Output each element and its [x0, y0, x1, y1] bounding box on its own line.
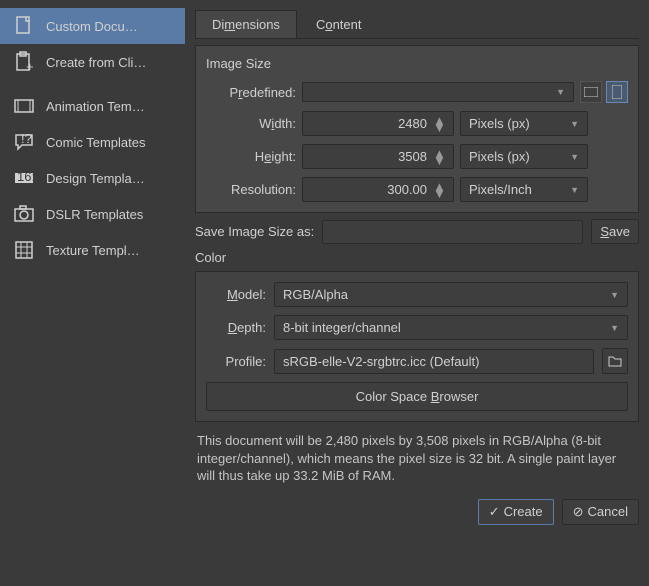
profile-row: Profile: sRGB-elle-V2-srgbtrc.icc (Defau… — [206, 348, 628, 374]
depth-row: Depth: 8-bit integer/channel▼ — [206, 315, 628, 340]
sidebar-item-label: Design Templa… — [46, 171, 145, 186]
orientation-toggle — [580, 81, 628, 103]
width-input[interactable]: ▲▼ — [302, 111, 454, 136]
width-unit-combo[interactable]: Pixels (px)▼ — [460, 111, 588, 136]
texture-icon — [12, 238, 36, 262]
tab-dimensions[interactable]: Dimensions — [195, 10, 297, 38]
color-title: Color — [195, 250, 639, 265]
model-row: Model: RGB/Alpha▼ — [206, 282, 628, 307]
save-button[interactable]: Save — [591, 219, 639, 244]
sidebar-item-animation[interactable]: Animation Tem… — [0, 88, 185, 124]
height-label: Height: — [206, 149, 296, 164]
depth-label: Depth: — [206, 320, 266, 335]
check-icon: ✓ — [489, 504, 500, 520]
width-row: Width: ▲▼ Pixels (px)▼ — [206, 111, 628, 136]
height-input[interactable]: ▲▼ — [302, 144, 454, 169]
predefined-row: Predefined: ▼ — [206, 81, 628, 103]
camera-icon — [12, 202, 36, 226]
sidebar-item-dslr[interactable]: DSLR Templates — [0, 196, 185, 232]
cancel-icon: ⊘ — [573, 504, 584, 520]
separator — [0, 80, 185, 88]
resolution-unit-combo[interactable]: Pixels/Inch▼ — [460, 177, 588, 202]
color-panel: Model: RGB/Alpha▼ Depth: 8-bit integer/c… — [195, 271, 639, 422]
sidebar-item-create-clipboard[interactable]: + Create from Cli… — [0, 44, 185, 80]
width-label: Width: — [206, 116, 296, 131]
resolution-label: Resolution: — [206, 182, 296, 197]
image-size-title: Image Size — [206, 56, 628, 71]
ratio-icon: 16:10 — [12, 166, 36, 190]
profile-label: Profile: — [206, 354, 266, 369]
sidebar-item-label: Texture Templ… — [46, 243, 140, 258]
speech-bubble-icon: !? — [12, 130, 36, 154]
model-label: Model: — [206, 287, 266, 302]
tab-content[interactable]: Content — [299, 10, 379, 38]
sidebar-item-label: Custom Docu… — [46, 19, 138, 34]
predefined-label: Predefined: — [206, 85, 296, 100]
sidebar-item-label: Create from Cli… — [46, 55, 146, 70]
profile-combo[interactable]: sRGB-elle-V2-srgbtrc.icc (Default) — [274, 349, 594, 374]
save-name-input[interactable] — [322, 220, 583, 244]
resolution-row: Resolution: ▲▼ Pixels/Inch▼ — [206, 177, 628, 202]
model-combo[interactable]: RGB/Alpha▼ — [274, 282, 628, 307]
profile-browse-button[interactable] — [602, 348, 628, 374]
sidebar-item-custom-document[interactable]: Custom Docu… — [0, 8, 185, 44]
color-space-browser-button[interactable]: Color Space Browser — [206, 382, 628, 411]
save-row: Save Image Size as: Save — [195, 219, 639, 244]
cancel-button[interactable]: ⊘ Cancel — [562, 499, 639, 525]
footer: ✓ Create ⊘ Cancel — [195, 495, 639, 525]
svg-text:!?: !? — [21, 131, 32, 146]
portrait-button[interactable] — [606, 81, 628, 103]
height-row: Height: ▲▼ Pixels (px)▼ — [206, 144, 628, 169]
create-button[interactable]: ✓ Create — [478, 499, 554, 525]
predefined-combo[interactable]: ▼ — [302, 82, 574, 102]
clipboard-add-icon: + — [12, 50, 36, 74]
image-size-panel: Image Size Predefined: ▼ Width: ▲▼ Pixel… — [195, 45, 639, 213]
svg-text:16:10: 16:10 — [17, 169, 35, 184]
sidebar: Custom Docu… + Create from Cli… Animatio… — [0, 0, 185, 586]
summary-text: This document will be 2,480 pixels by 3,… — [195, 428, 639, 489]
save-label: Save Image Size as: — [195, 224, 314, 239]
depth-combo[interactable]: 8-bit integer/channel▼ — [274, 315, 628, 340]
sidebar-item-comic[interactable]: !? Comic Templates — [0, 124, 185, 160]
sidebar-item-design[interactable]: 16:10 Design Templa… — [0, 160, 185, 196]
landscape-button[interactable] — [580, 81, 602, 103]
svg-text:+: + — [26, 59, 34, 73]
folder-icon — [608, 355, 622, 367]
sidebar-item-label: DSLR Templates — [46, 207, 143, 222]
height-unit-combo[interactable]: Pixels (px)▼ — [460, 144, 588, 169]
film-icon — [12, 94, 36, 118]
sidebar-item-label: Animation Tem… — [46, 99, 145, 114]
resolution-input[interactable]: ▲▼ — [302, 177, 454, 202]
sidebar-item-texture[interactable]: Texture Templ… — [0, 232, 185, 268]
sidebar-item-label: Comic Templates — [46, 135, 145, 150]
document-icon — [12, 14, 36, 38]
tabs: Dimensions Content — [195, 10, 639, 39]
main-panel: Dimensions Content Image Size Predefined… — [185, 0, 649, 586]
